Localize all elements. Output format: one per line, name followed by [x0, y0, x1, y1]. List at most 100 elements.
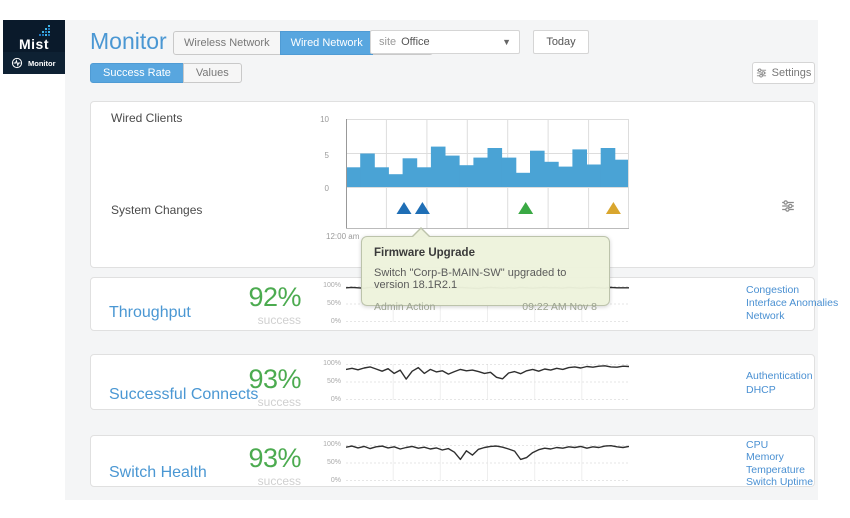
switch-health-metrics: CPU7% Memory5% Temperature0% Switch Upti… [746, 439, 850, 489]
sidebar: Mist Monitor Marvis™ Clients Access Poin… [3, 20, 65, 500]
metric-link[interactable]: Interface Anomalies [746, 297, 838, 310]
metric-row: Network71% [746, 310, 850, 323]
ytick-0: 0 [313, 184, 329, 193]
system-changes-label: System Changes [111, 203, 202, 217]
system-change-marker[interactable] [518, 202, 533, 214]
sidebar-item-monitor[interactable]: Monitor [3, 52, 65, 74]
spark-ytick-100: 100% [319, 282, 341, 289]
metric-link[interactable]: CPU [746, 439, 768, 451]
sidebar-item-clients[interactable]: Clients [3, 97, 65, 119]
successful-connects-sparkline [346, 364, 629, 400]
success-rate-label: success [206, 313, 301, 327]
metric-row: Congestion10% [746, 284, 850, 297]
system-change-marker[interactable] [415, 202, 430, 214]
tab-wireless-network[interactable]: Wireless Network [173, 31, 281, 55]
system-changes-track [346, 188, 629, 229]
sidebar-item-switches[interactable]: Switches [3, 142, 65, 164]
sidebar-item-label: Monitor [28, 59, 56, 68]
analytics-icon [11, 192, 23, 204]
tooltip-body: Switch "Corp-B-MAIN-SW" upgraded to vers… [374, 267, 597, 291]
mist-logo-text: Mist [19, 36, 49, 52]
sidebar-item-location[interactable]: Location [3, 164, 65, 186]
spark-ytick-0: 0% [319, 477, 341, 484]
ytick-10: 10 [313, 115, 329, 124]
site-selector-label: site [379, 36, 396, 48]
mist-logo[interactable]: Mist [3, 20, 65, 56]
switches-icon [11, 147, 23, 159]
mist-logo-dots-icon [39, 25, 52, 36]
metric-link[interactable]: Temperature [746, 464, 805, 476]
sidebar-item-label: Switches [28, 149, 61, 158]
metric-row: Memory5% [746, 451, 850, 463]
successful-connects-card: Successful Connects 93% success 100% 50%… [90, 354, 815, 410]
success-rate-label: success [206, 474, 301, 488]
metric-link[interactable]: Memory [746, 451, 784, 463]
metric-link[interactable]: Network [746, 310, 785, 323]
spark-ytick-50: 50% [319, 459, 341, 466]
success-rate-value: 93% [206, 443, 301, 474]
network-icon [11, 214, 23, 226]
throughput-score: 92% success [206, 282, 301, 327]
metric-link[interactable]: DHCP [746, 384, 776, 398]
marvis-icon [11, 79, 23, 91]
metric-row: CPU7% [746, 439, 850, 451]
tooltip-action-type: Admin Action [374, 301, 435, 313]
access-points-icon [11, 124, 23, 136]
sidebar-item-label: Marvis™ [28, 81, 59, 90]
system-change-marker[interactable] [397, 202, 412, 214]
sidebar-item-analytics[interactable]: Analytics [3, 187, 65, 209]
sidebar-item-network[interactable]: Network [3, 209, 65, 231]
date-range-button[interactable]: Today [533, 30, 589, 54]
throughput-link[interactable]: Throughput [109, 304, 191, 322]
sidebar-item-label: Clients [28, 104, 53, 113]
sidebar-item-access-points[interactable]: Access Points [3, 119, 65, 141]
switch-health-sparkline [346, 445, 629, 481]
ytick-5: 5 [313, 151, 329, 160]
clients-icon [11, 102, 23, 114]
sidebar-item-marvis[interactable]: Marvis™ [3, 74, 65, 96]
metric-row: Temperature0% [746, 464, 850, 476]
toggle-values[interactable]: Values [183, 63, 242, 83]
chart-filter-sliders-icon[interactable] [781, 200, 795, 212]
metric-link[interactable]: Authentication [746, 370, 813, 384]
spark-ytick-0: 0% [319, 318, 341, 325]
metric-link[interactable]: Congestion [746, 284, 799, 297]
spark-ytick-100: 100% [319, 441, 341, 448]
sidebar-item-label: Analytics [28, 194, 61, 203]
tooltip-arrow [411, 227, 431, 237]
chevron-down-icon: ▼ [502, 37, 511, 47]
sliders-icon [756, 68, 767, 78]
switch-health-link[interactable]: Switch Health [109, 464, 207, 482]
metric-link[interactable]: Switch Uptime [746, 476, 813, 488]
site-selector[interactable]: site Office ▼ [370, 30, 520, 54]
wired-clients-chart [346, 119, 629, 188]
settings-label: Settings [772, 67, 812, 79]
tab-wired-network[interactable]: Wired Network [280, 31, 374, 55]
spark-ytick-50: 50% [319, 378, 341, 385]
spark-ytick-100: 100% [319, 360, 341, 367]
wired-clients-label: Wired Clients [111, 111, 182, 125]
metric-row: Interface Anomalies19% [746, 297, 850, 310]
tooltip-timestamp: 09:22 AM Nov 8 [522, 301, 597, 313]
success-rate-label: success [206, 395, 301, 409]
throughput-metrics: Congestion10% Interface Anomalies19% Net… [746, 284, 850, 323]
switch-health-card: Switch Health 93% success 100% 50% 0% CP… [90, 435, 815, 487]
mist-dashboard: Mist Monitor Marvis™ Clients Access Poin… [0, 0, 850, 518]
sidebar-item-organization[interactable]: Organization [3, 232, 65, 254]
sidebar-item-label: Location [28, 171, 59, 180]
toggle-success-rate[interactable]: Success Rate [90, 63, 184, 83]
location-icon [11, 169, 23, 181]
x-axis-start-label: 12:00 am [326, 232, 359, 241]
page-title: Monitor [90, 28, 167, 55]
organization-icon [11, 237, 23, 249]
system-change-marker[interactable] [606, 202, 621, 214]
success-rate-value: 93% [206, 364, 301, 395]
successful-connects-score: 93% success [206, 364, 301, 409]
metric-row: DHCP44% [746, 384, 850, 398]
settings-button[interactable]: Settings [752, 62, 815, 84]
metric-row: Switch Uptime88% [746, 476, 850, 488]
sidebar-item-label: Access Points [28, 121, 65, 139]
metric-row: Authentication56% [746, 370, 850, 384]
switch-health-score: 93% success [206, 443, 301, 488]
tooltip-title: Firmware Upgrade [374, 247, 597, 259]
